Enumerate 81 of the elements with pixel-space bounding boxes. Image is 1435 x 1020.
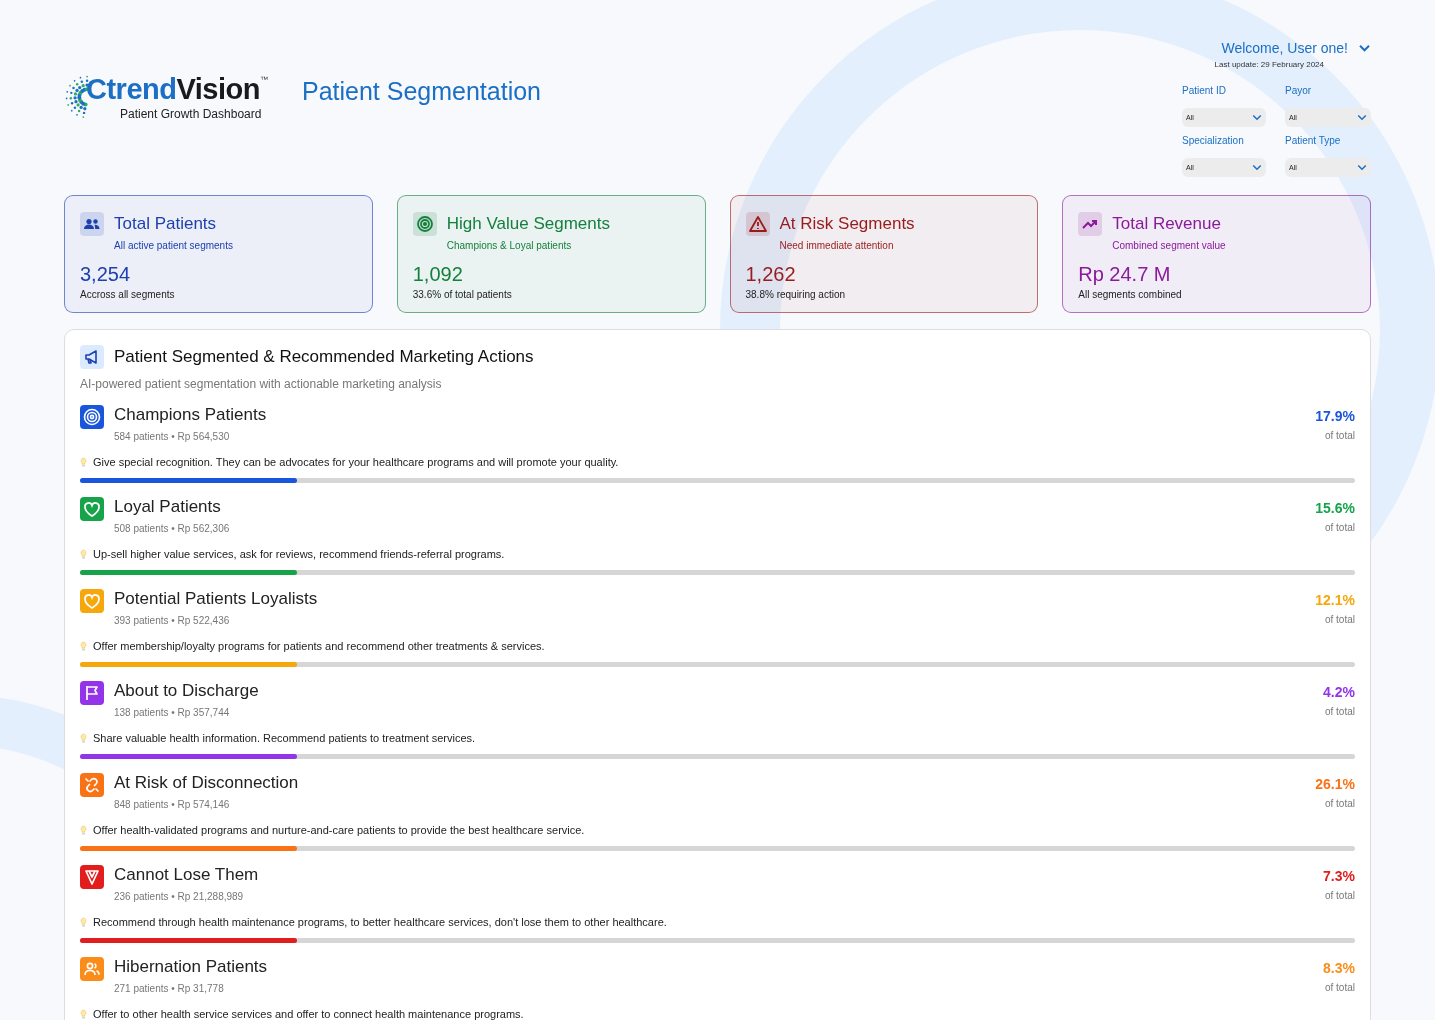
filter-label: Patient Type [1285, 135, 1342, 146]
trademark-mark: ™ [259, 75, 268, 84]
recommended-action: Up-sell higher value services, ask for reviews, recommend friends-referral programs. [93, 548, 505, 560]
percentage-caption: of total [1324, 430, 1355, 441]
card-subtitle: Need immediate attention [779, 240, 895, 251]
card-value: 3,254 [80, 263, 132, 286]
segment-percentage: 17.9% [1315, 408, 1355, 424]
lightbulb-icon [80, 456, 87, 468]
segment-percentage: 26.1% [1315, 776, 1355, 792]
panel-title: Patient Segmented & Recommended Marketing Actions [114, 347, 534, 367]
logo-wordmark-suffix: Vision [176, 73, 260, 106]
percentage-caption: of total [1324, 614, 1355, 625]
card-title: Total Patients [114, 214, 218, 234]
card-value: 1,092 [412, 263, 464, 286]
recommended-action: Give special recognition. They can be advocates for your healthcare programs and will promote your quality. [93, 456, 619, 468]
segment-stats: 848 patients • Rp 574,146 [114, 799, 231, 810]
filter-label: Payor [1285, 85, 1313, 96]
segment-name: Hibernation Patients [114, 957, 269, 977]
card-title: At Risk Segments [779, 214, 915, 234]
lightbulb-icon [80, 824, 87, 836]
trend-up-icon [1078, 212, 1103, 236]
lightbulb-icon [80, 916, 87, 928]
recommended-action: Offer to other health service services and offer to connect health maintenance programs. [93, 1008, 524, 1020]
filter-label: Patient ID [1182, 85, 1227, 96]
chevron-down-icon [1252, 114, 1262, 121]
segment-percentage: 15.6% [1315, 500, 1355, 516]
percentage-caption: of total [1324, 706, 1355, 717]
percentage-caption: of total [1324, 798, 1355, 809]
welcome-text: Welcome, User one! [1221, 40, 1348, 56]
card-title: Total Revenue [1112, 214, 1222, 234]
segment-name: About to Discharge [114, 681, 260, 701]
segment-stats: 393 patients • Rp 522,436 [114, 615, 231, 626]
percentage-caption: of total [1324, 522, 1355, 533]
segment-stats: 584 patients • Rp 564,530 [114, 431, 231, 442]
segment-stats: 138 patients • Rp 357,744 [114, 707, 231, 718]
people-icon [80, 212, 104, 236]
segment-name: Potential Patients Loyalists [114, 589, 319, 609]
segment-name: Loyal Patients [114, 497, 222, 517]
chevron-down-icon [1357, 114, 1367, 121]
percentage-caption: of total [1324, 890, 1355, 901]
target-icon [412, 212, 437, 236]
lightbulb-icon [80, 640, 87, 652]
megaphone-icon [80, 345, 104, 369]
recommended-action: Recommend through health maintenance programs, to better healthcare services, don't lose them to other healthcare. [93, 916, 667, 928]
recommended-action: Share valuable health information. Recommend patients to treatment services. [93, 732, 476, 744]
chevron-down-icon [1357, 164, 1367, 171]
segment-name: At Risk of Disconnection [114, 773, 300, 793]
card-note: 38.8% requiring action [745, 289, 846, 300]
logo-tagline: Patient Growth Dashboard [120, 107, 263, 121]
segment-percentage: 8.3% [1323, 960, 1355, 976]
card-subtitle: All active patient segments [114, 240, 233, 251]
lightbulb-icon [80, 548, 87, 560]
card-title: High Value Segments [446, 214, 610, 234]
card-subtitle: Champions & Loyal patients [446, 240, 573, 251]
segment-stats: 508 patients • Rp 562,306 [114, 523, 231, 534]
card-note: Accross all segments [80, 289, 176, 300]
segment-name: Cannot Lose Them [114, 865, 260, 885]
warning-icon [745, 212, 770, 236]
card-note: 33.6% of total patients [412, 289, 513, 300]
card-note: All segments combined [1078, 289, 1183, 300]
filter-label: Specialization [1182, 135, 1245, 146]
card-value: 1,262 [745, 263, 797, 286]
card-value: Rp 24.7 M [1078, 263, 1172, 286]
percentage-caption: of total [1324, 982, 1355, 993]
chevron-down-icon [1252, 164, 1262, 171]
lightbulb-icon [80, 732, 87, 744]
logo-wordmark: Ctrend [86, 73, 177, 106]
panel-subtitle: AI-powered patient segmentation with actionable marketing analysis [80, 377, 443, 391]
lightbulb-icon [80, 1008, 87, 1020]
last-update-text: Last update: 29 February 2024 [1214, 60, 1324, 69]
card-subtitle: Combined segment value [1112, 240, 1226, 251]
segment-percentage: 7.3% [1323, 868, 1355, 884]
recommended-action: Offer health-validated programs and nurture-and-care patients to provide the best healthcare service. [93, 824, 585, 836]
page-title: Patient Segmentation [301, 76, 541, 106]
chevron-down-icon[interactable] [1358, 43, 1371, 53]
segment-stats: 271 patients • Rp 31,778 [114, 983, 225, 994]
segment-percentage: 12.1% [1315, 592, 1355, 608]
recommended-action: Offer membership/loyalty programs for patients and recommend other treatments & services. [93, 640, 545, 652]
segment-stats: 236 patients • Rp 21,288,989 [114, 891, 245, 902]
segment-name: Champions Patients [114, 405, 268, 425]
segment-percentage: 4.2% [1323, 684, 1355, 700]
